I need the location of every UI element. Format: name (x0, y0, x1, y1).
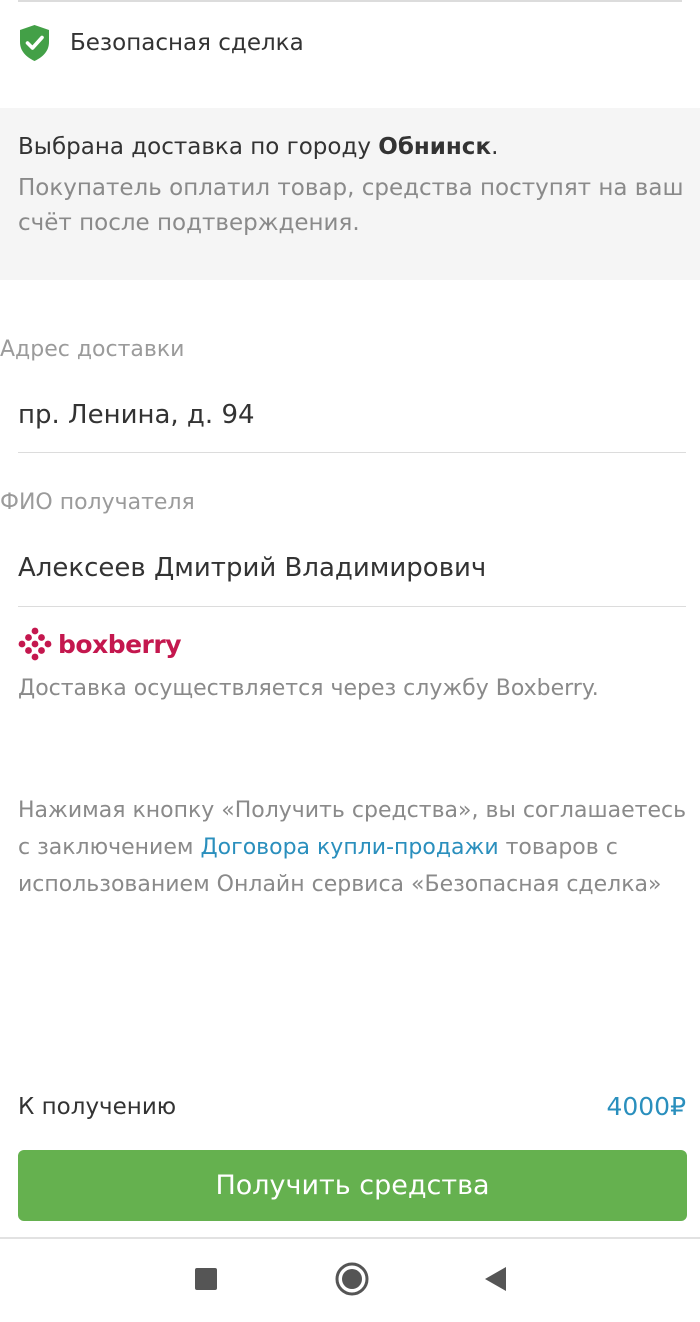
terms-text: Нажимая кнопку «Получить средства», вы с… (18, 792, 688, 903)
address-value[interactable]: пр. Ленина, д. 94 (18, 400, 255, 430)
delivery-suffix: . (491, 134, 499, 160)
home-circle-icon[interactable] (334, 1261, 370, 1297)
shield-check-icon (20, 25, 49, 61)
recipient-label: ФИО получателя (0, 490, 195, 515)
receive-funds-button[interactable]: Получить средства (18, 1150, 687, 1221)
delivery-city-text: Выбрана доставка по городу Обнинск. (18, 130, 682, 164)
delivery-prefix: Выбрана доставка по городу (18, 134, 379, 160)
recipient-value[interactable]: Алексеев Дмитрий Владимирович (18, 553, 486, 583)
delivery-city: Обнинск (378, 134, 492, 160)
boxberry-logo-text: boxberry (58, 629, 182, 659)
boxberry-logo: boxberry (18, 624, 182, 664)
system-navbar (0, 1239, 700, 1322)
back-triangle-icon[interactable] (483, 1266, 507, 1292)
recipient-underline (18, 606, 686, 607)
contract-link[interactable]: Договора купли-продажи (200, 835, 498, 860)
carrier-note: Доставка осуществляется через службу Box… (18, 676, 599, 701)
address-underline (18, 452, 686, 453)
payout-amount: 4000₽ (606, 1092, 686, 1121)
payout-label: К получению (18, 1094, 177, 1120)
safe-deal-header: Безопасная сделка (18, 24, 304, 62)
boxberry-berry-icon (18, 627, 52, 661)
safe-deal-title: Безопасная сделка (70, 30, 304, 56)
top-divider (18, 0, 682, 2)
recents-square-icon[interactable] (195, 1268, 217, 1290)
delivery-info-box: Выбрана доставка по городу Обнинск. Поку… (0, 108, 700, 280)
payment-note: Покупатель оплатил товар, средства посту… (18, 175, 684, 236)
address-label: Адрес доставки (0, 337, 185, 362)
